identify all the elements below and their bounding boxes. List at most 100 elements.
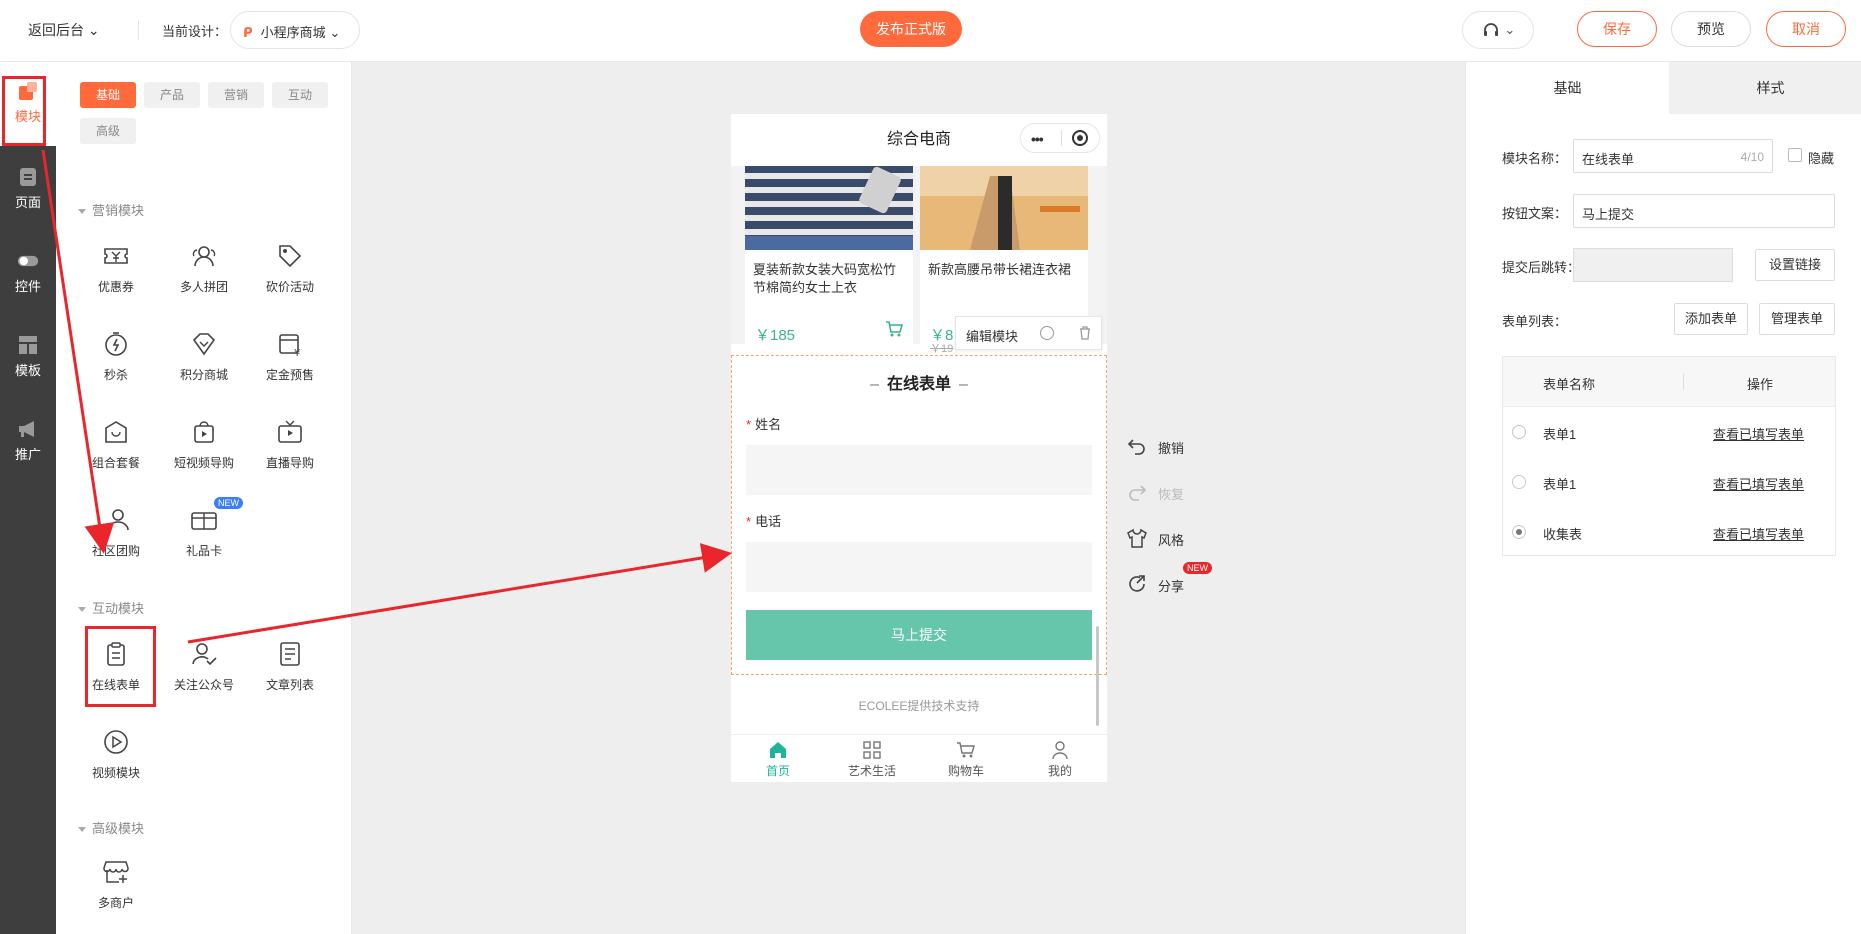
manage-form-button[interactable]: 管理表单 (1759, 303, 1835, 335)
submit-button[interactable]: 马上提交 (746, 610, 1092, 660)
phone-input[interactable] (746, 542, 1092, 592)
trash-icon[interactable] (1078, 326, 1092, 340)
section-advanced[interactable]: 高级模块 (78, 818, 144, 837)
module-label: 社区团购 (91, 544, 140, 558)
name-input[interactable] (746, 445, 1092, 495)
module-article-list[interactable]: 文章列表 (252, 640, 328, 693)
tab-interactive[interactable]: 互动 (272, 82, 328, 108)
module-bargain[interactable]: 砍价活动 (252, 242, 328, 295)
rail-item-controls[interactable]: 控件 (0, 250, 56, 295)
module-presale[interactable]: ¥ 定金预售 (252, 330, 328, 383)
row-radio[interactable] (1512, 525, 1526, 539)
view-submissions-link[interactable]: 查看已填写表单 (1713, 474, 1804, 493)
form-table: 表单名称 操作 表单1 查看已填写表单 表单1 查看已填写表单 收集表 查看已填… (1502, 356, 1836, 556)
cancel-button[interactable]: 取消 (1766, 11, 1846, 47)
publish-button[interactable]: 发布正式版 (860, 11, 962, 47)
tab-style-settings[interactable]: 样式 (1669, 62, 1861, 114)
redirect-label: 提交后跳转： (1502, 260, 1581, 275)
design-selector[interactable]: ᑭ 小程序商城 ⌄ (230, 11, 360, 49)
cart-icon (957, 742, 975, 758)
button-text-input[interactable]: 马上提交 (1573, 194, 1835, 228)
caret-down-icon (78, 209, 86, 215)
module-edit-bar[interactable]: 编辑模块 (955, 316, 1102, 350)
form-name: 收集表 (1543, 527, 1583, 542)
product-card[interactable]: 夏装新款女装大码宽松竹节棉简约女士上衣 ￥185 (745, 166, 913, 344)
set-link-button[interactable]: 设置链接 (1755, 249, 1835, 281)
form-list-label: 表单列表： (1502, 314, 1568, 329)
view-submissions-link[interactable]: 查看已填写表单 (1713, 524, 1804, 543)
play-circle-icon (104, 730, 128, 754)
add-form-button[interactable]: 添加表单 (1674, 303, 1748, 335)
module-name-input[interactable]: 在线表单 4/10 (1573, 139, 1773, 173)
module-live[interactable]: 直播导购 (252, 418, 328, 471)
save-button[interactable]: 保存 (1577, 11, 1657, 47)
row-radio[interactable] (1512, 425, 1526, 439)
module-community-group[interactable]: 社区团购 (78, 506, 154, 559)
shopping-bag-play-icon (194, 421, 214, 443)
module-follow-official[interactable]: 关注公众号 (166, 640, 242, 693)
design-value: 小程序商城 (260, 25, 326, 40)
field-label-text: 电话 (755, 514, 782, 529)
module-gift-card[interactable]: NEW 礼品卡 (166, 497, 243, 559)
row-radio[interactable] (1512, 475, 1526, 489)
module-multi-merchant[interactable]: 多商户 (78, 858, 154, 911)
name-field-label: * 姓名 (746, 414, 781, 433)
megaphone-icon (19, 421, 34, 437)
tab-basic[interactable]: 基础 (80, 82, 136, 108)
online-form-module[interactable]: – 在线表单 – * 姓名 * 电话 马上提交 (731, 355, 1107, 675)
table-row: 表单1 查看已填写表单 (1503, 457, 1835, 507)
top-bar: 返回后台 ⌄ 当前设计： ᑭ 小程序商城 ⌄ 发布正式版 ⌄ 保存 预览 取消 (0, 0, 1861, 62)
tab-basic-settings[interactable]: 基础 (1466, 62, 1669, 114)
tab-product[interactable]: 产品 (144, 82, 200, 108)
back-to-admin-button[interactable]: 返回后台 ⌄ (28, 20, 100, 40)
column-header: 操作 (1747, 377, 1774, 392)
char-count: 4/10 (1740, 150, 1764, 164)
tab-art-life[interactable]: 艺术生活 (825, 740, 919, 779)
tech-support-text: ECOLEE提供技术支持 (858, 699, 980, 713)
module-panel: 基础 产品 营销 互动 高级 营销模块 优惠券 多人拼团 砍价活动 秒杀 积分商… (56, 62, 352, 934)
tab-advanced[interactable]: 高级 (80, 118, 136, 144)
module-label: 积分商城 (179, 368, 228, 382)
tab-label: 我的 (1047, 764, 1072, 778)
rail-item-template[interactable]: 模板 (0, 334, 56, 379)
cart-icon[interactable] (885, 320, 903, 338)
module-flash-sale[interactable]: 秒杀 (78, 330, 154, 383)
required-mark: * (746, 514, 752, 529)
tab-cart[interactable]: 购物车 (919, 740, 1013, 779)
module-group-buy[interactable]: 多人拼团 (166, 242, 242, 295)
tab-home[interactable]: 首页 (731, 740, 825, 779)
home-icon (770, 742, 786, 758)
module-short-video[interactable]: 短视频导购 (166, 418, 242, 471)
caret-down-icon (78, 827, 86, 833)
product-name: 新款高腰吊带长裙连衣裙 (928, 262, 1072, 277)
headset-icon (1483, 22, 1498, 36)
form-name: 表单1 (1543, 427, 1577, 442)
back-label: 返回后台 (28, 22, 84, 38)
preview-button[interactable]: 预览 (1671, 11, 1751, 47)
module-combo[interactable]: 组合套餐 (78, 418, 154, 471)
section-marketing[interactable]: 营销模块 (78, 200, 144, 219)
chevron-down-icon: ⌄ (1504, 22, 1516, 37)
module-label: 砍价活动 (265, 280, 314, 294)
property-panel: 基础 样式 模块名称： 在线表单 4/10 隐藏 按钮文案： 马上提交 提交后跳… (1465, 62, 1861, 934)
module-video[interactable]: 视频模块 (78, 728, 154, 781)
product-price: ￥185 (755, 327, 796, 344)
section-interactive[interactable]: 互动模块 (78, 598, 144, 617)
form-name: 表单1 (1543, 477, 1577, 492)
rail-label: 模板 (14, 363, 41, 378)
redo-label: 恢复 (1158, 487, 1185, 502)
view-submissions-link[interactable]: 查看已填写表单 (1713, 424, 1804, 443)
module-points-mall[interactable]: 积分商城 (166, 330, 242, 383)
tab-marketing[interactable]: 营销 (208, 82, 264, 108)
module-label: 定金预售 (265, 368, 314, 382)
rail-item-promotion[interactable]: 推广 (0, 418, 56, 463)
rail-item-page[interactable]: 页面 (0, 166, 56, 211)
module-coupon[interactable]: 优惠券 (78, 242, 154, 295)
support-dropdown[interactable]: ⌄ (1462, 11, 1534, 49)
hide-checkbox[interactable] (1788, 148, 1802, 162)
section-label: 互动模块 (92, 601, 145, 616)
rail-label: 页面 (14, 195, 41, 210)
module-label: 短视频导购 (173, 456, 234, 470)
tab-mine[interactable]: 我的 (1013, 740, 1107, 779)
move-up-icon[interactable] (1040, 326, 1054, 340)
